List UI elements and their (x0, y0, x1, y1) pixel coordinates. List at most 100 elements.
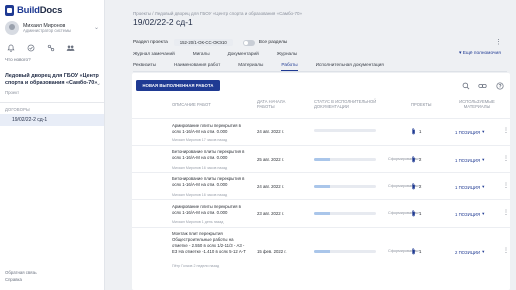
app-logo[interactable]: BuildDocs (5, 3, 75, 17)
header-date[interactable]: ДАТА НАЧАЛА РАБОТЫ (257, 99, 297, 110)
header-status[interactable]: СТАТУС В ИСПОЛНИТЕЛЬНОЙ ДОКУМЕНТАЦИИ (314, 99, 390, 110)
work-description: Монтаж плит перекрытия Общестроительные … (172, 231, 246, 255)
paperclip-icon (412, 210, 415, 217)
materials-dropdown[interactable]: 1 ПОЗИЦИЯ ▾ (455, 211, 484, 217)
row-menu-icon[interactable]: ⋮ (503, 248, 509, 254)
table-row[interactable]: Бетонирование плиты перекрытия в осях 1-… (132, 172, 510, 199)
avatar (5, 21, 19, 35)
projects-count[interactable]: 2 (411, 183, 421, 190)
sidebar-item-contract[interactable]: 19/02/22-2 сд-1 (0, 114, 104, 126)
work-start-date: 24 авг. 2022 г. (257, 129, 285, 134)
tab-requisites[interactable]: Реквизиты (133, 62, 156, 71)
row-menu-icon[interactable]: ⋮ (503, 156, 509, 162)
work-author-meta: Пётр Голков 2 недели назад (172, 264, 220, 268)
projects-count-value: 1 (419, 249, 422, 254)
projects-count[interactable]: 1 (411, 248, 421, 255)
header-materials[interactable]: ИСПОЛЬЗУЕМЫЕ МАТЕРИАЛЫ (455, 99, 499, 110)
section-filter: Раздел проекта 152-20/1-ОК-СС-ОКЭ10 Все … (133, 38, 287, 47)
materials-count: 2 ПОЗИЦИИ (455, 249, 481, 255)
works-table-card: НОВАЯ ВЫПОЛНЕННАЯ РАБОТА ОПИСАНИЕ РАБОТ … (132, 73, 510, 290)
all-sections-label: Все разделы (258, 40, 288, 45)
projects-count[interactable]: 1 (411, 128, 421, 135)
chevron-down-icon: ⌄ (95, 81, 101, 87)
sidebar: BuildDocs Михаил Миронов Администратор с… (0, 0, 105, 290)
check-circle-icon[interactable] (26, 43, 35, 52)
header-description[interactable]: ОПИСАНИЕ РАБОТ (172, 102, 211, 107)
status-progress-bar (314, 211, 376, 215)
work-author-meta: Михаил Миронов 1 день назад (172, 220, 224, 224)
work-author-meta: Михаил Миронов 17 часов назад (172, 138, 228, 142)
paperclip-icon (412, 156, 415, 163)
work-start-date: 24 авг. 2022 г. (257, 184, 285, 189)
projects-count[interactable]: 2 (411, 156, 421, 163)
materials-dropdown[interactable]: 1 ПОЗИЦИЯ ▾ (455, 184, 484, 190)
row-menu-icon[interactable]: ⋮ (503, 128, 509, 134)
header-projects[interactable]: ПРОЕКТЫ (411, 102, 431, 107)
logo-prefix: Build (17, 4, 40, 16)
work-status: Сформирован акт (314, 249, 420, 253)
status-progress-bar (314, 157, 376, 161)
new-work-button[interactable]: НОВАЯ ВЫПОЛНЕННАЯ РАБОТА (136, 80, 220, 91)
table-row[interactable]: Армирование плиты перекрытия в осях 1-16… (132, 199, 510, 227)
project-selector[interactable]: Ледовый дворец для ГБОУ «Центр спорта и … (5, 73, 101, 95)
paperclip-icon (412, 248, 415, 255)
sidebar-footer: Обратная связь Справка (5, 270, 37, 283)
logo-icon (5, 4, 14, 16)
link-icon[interactable] (478, 81, 487, 90)
more-permissions-link[interactable]: ▾ Ещё полномочия (459, 51, 501, 56)
project-name: Ледовый дворец для ГБОУ «Центр спорта и … (5, 73, 99, 86)
materials-count: 1 ПОЗИЦИЯ (455, 129, 481, 135)
row-menu-icon[interactable]: ⋮ (503, 183, 509, 189)
search-icon[interactable] (461, 81, 470, 90)
user-role: Администратор системы (23, 27, 71, 33)
user-menu[interactable]: Михаил Миронов Администратор системы ⌄ (5, 18, 101, 38)
work-description: Армирование плиты перекрытия в осях 1-16… (172, 204, 241, 216)
divider (0, 102, 104, 103)
tab-work-names[interactable]: Наименования работ (174, 62, 220, 71)
status-progress-fill (314, 211, 330, 215)
work-start-date: 23 авг. 2022 г. (257, 211, 285, 216)
table-row[interactable]: Монтаж плит перекрытия Общестроительные … (132, 227, 510, 268)
tab-executive-docs[interactable]: Исполнительная документация (316, 62, 384, 71)
more-options-icon[interactable]: ⋮ (495, 38, 503, 46)
projects-count-value: 2 (419, 157, 422, 162)
materials-dropdown[interactable]: 2 ПОЗИЦИИ ▾ (455, 249, 484, 255)
primary-tabs: Журнал замечаний Мигалы Документарий Жур… (133, 51, 297, 59)
chevron-down-icon: ▾ (482, 249, 485, 254)
contracts-section-label: ДОГОВОРЫ (5, 107, 30, 112)
materials-dropdown[interactable]: 1 ПОЗИЦИЯ ▾ (455, 129, 484, 135)
projects-count[interactable]: 1 (411, 210, 421, 217)
whats-new-link[interactable]: Что нового? (5, 57, 31, 62)
table-row[interactable]: Бетонирование плиты перекрытия в осях 1-… (132, 145, 510, 172)
tab-migaly[interactable]: Мигалы (193, 51, 210, 59)
work-description: Бетонирование плиты перекрытия в осях 1-… (172, 149, 245, 161)
help-icon[interactable] (495, 81, 504, 90)
tab-materials[interactable]: Материалы (238, 62, 263, 71)
table-row[interactable]: Армирование плиты перекрытия в осях 1-16… (132, 118, 510, 145)
materials-count: 1 ПОЗИЦИЯ (455, 157, 481, 163)
work-status: Сформирован акт (314, 184, 420, 188)
work-author-meta: Михаил Миронов 16 часов назад (172, 166, 228, 170)
work-status (314, 129, 388, 132)
breadcrumb[interactable]: Проекты / Ледовый дворец для ГБОУ «Центр… (133, 11, 302, 16)
section-select[interactable]: 152-20/1-ОК-СС-ОКЭ10 (173, 39, 233, 46)
all-sections-toggle[interactable] (242, 39, 255, 46)
row-menu-icon[interactable]: ⋮ (503, 210, 509, 216)
materials-dropdown[interactable]: 1 ПОЗИЦИЯ ▾ (455, 157, 484, 163)
tab-works[interactable]: Работы (281, 62, 298, 71)
tab-remarks-journal[interactable]: Журнал замечаний (133, 51, 175, 59)
tab-documentary[interactable]: Документарий (228, 51, 259, 59)
projects-count-value: 1 (419, 211, 422, 216)
users-icon[interactable] (66, 43, 75, 52)
work-description: Бетонирование плиты перекрытия в осях 1-… (172, 176, 245, 188)
chevron-down-icon: ▾ (482, 184, 485, 189)
work-status: Сформирован акт (314, 211, 420, 215)
transfer-icon[interactable] (46, 43, 55, 52)
tab-journals[interactable]: Журналы (277, 51, 297, 59)
feedback-link[interactable]: Обратная связь (5, 270, 37, 277)
chevron-down-icon: ▾ (482, 211, 485, 216)
help-link[interactable]: Справка (5, 277, 37, 284)
status-progress-bar (314, 129, 376, 132)
materials-count: 1 ПОЗИЦИЯ (455, 211, 481, 217)
bell-icon[interactable] (6, 43, 15, 52)
